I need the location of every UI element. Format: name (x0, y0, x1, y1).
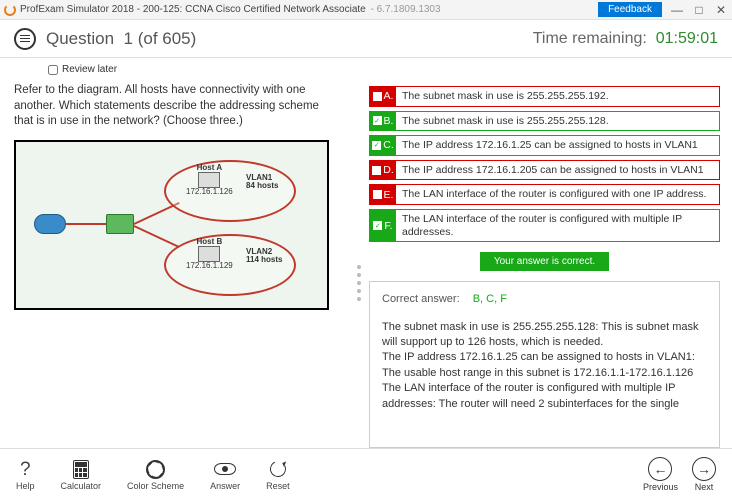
router-icon (34, 214, 66, 234)
next-button[interactable]: →Next (692, 457, 716, 492)
minimize-button[interactable]: — (670, 3, 684, 17)
option-letter: A. (370, 87, 396, 106)
option-text: The LAN interface of the router is confi… (396, 185, 719, 204)
question-header: Question 1 (of 605) Time remaining: 01:5… (0, 20, 732, 58)
answer-pane: A.The subnet mask in use is 255.255.255.… (363, 58, 732, 448)
reset-button[interactable]: Reset (266, 458, 290, 491)
question-text: Refer to the diagram. All hosts have con… (14, 83, 341, 130)
switch-icon (106, 214, 134, 234)
explanation-box: Correct answer: B, C, F The subnet mask … (369, 281, 720, 448)
option-B[interactable]: ✓B.The subnet mask in use is 255.255.255… (369, 111, 720, 132)
review-later-checkbox[interactable]: Review later (48, 64, 341, 75)
option-F[interactable]: ✓F.The LAN interface of the router is co… (369, 209, 720, 242)
help-button[interactable]: ?Help (16, 458, 35, 491)
option-letter: D. (370, 161, 396, 180)
option-D[interactable]: D.The IP address 172.16.1.205 can be ass… (369, 160, 720, 181)
option-text: The LAN interface of the router is confi… (396, 210, 719, 241)
app-logo-icon (4, 4, 16, 16)
option-letter: E. (370, 185, 396, 204)
answer-button[interactable]: Answer (210, 458, 240, 491)
option-text: The subnet mask in use is 255.255.255.12… (396, 112, 719, 131)
correct-answer-value: B, C, F (473, 293, 507, 305)
pane-divider[interactable] (355, 58, 363, 448)
option-letter: ✓C. (370, 136, 396, 155)
calculator-button[interactable]: Calculator (61, 458, 102, 491)
exam-name: 200-125: CCNA Cisco Certified Network As… (143, 4, 366, 15)
menu-icon[interactable] (14, 28, 36, 50)
result-banner: Your answer is correct. (480, 252, 609, 271)
reset-icon (270, 458, 286, 480)
arrow-left-icon: ← (648, 457, 672, 481)
timer: Time remaining: 01:59:01 (533, 30, 718, 48)
option-C[interactable]: ✓C.The IP address 172.16.1.25 can be ass… (369, 135, 720, 156)
calculator-icon (73, 458, 89, 480)
review-later-input[interactable] (48, 65, 58, 75)
app-name: ProfExam Simulator 2018 (20, 4, 134, 15)
host-b: Host B172.16.1.129 (186, 238, 233, 272)
gear-icon (146, 458, 165, 480)
option-text: The IP address 172.16.1.25 can be assign… (396, 136, 719, 155)
correct-answer-label: Correct answer: (382, 293, 460, 305)
option-letter: ✓F. (370, 210, 396, 241)
vlan2-label: VLAN2114 hosts (246, 248, 282, 266)
network-diagram: Host A172.16.1.126 Host B172.16.1.129 VL… (14, 140, 329, 310)
maximize-button[interactable]: □ (692, 3, 706, 17)
option-A[interactable]: A.The subnet mask in use is 255.255.255.… (369, 86, 720, 107)
footer-toolbar: ?Help Calculator Color Scheme Answer Res… (0, 448, 732, 500)
titlebar: ProfExam Simulator 2018 - 200-125: CCNA … (0, 0, 732, 20)
close-button[interactable]: ✕ (714, 3, 728, 17)
question-pane: Review later Refer to the diagram. All h… (0, 58, 355, 448)
option-E[interactable]: E.The LAN interface of the router is con… (369, 184, 720, 205)
feedback-button[interactable]: Feedback (598, 2, 662, 17)
host-a: Host A172.16.1.126 (186, 164, 233, 198)
eye-icon (214, 458, 236, 480)
build-version: - 6.7.1809.1303 (368, 4, 441, 15)
option-text: The subnet mask in use is 255.255.255.19… (396, 87, 719, 106)
previous-button[interactable]: ←Previous (643, 457, 678, 492)
vlan1-label: VLAN184 hosts (246, 174, 278, 192)
help-icon: ? (20, 458, 31, 480)
arrow-right-icon: → (692, 457, 716, 481)
question-counter: Question 1 (of 605) (46, 29, 196, 49)
option-letter: ✓B. (370, 112, 396, 131)
color-scheme-button[interactable]: Color Scheme (127, 458, 184, 491)
option-text: The IP address 172.16.1.205 can be assig… (396, 161, 719, 180)
explanation-text: The subnet mask in use is 255.255.255.12… (382, 320, 707, 412)
